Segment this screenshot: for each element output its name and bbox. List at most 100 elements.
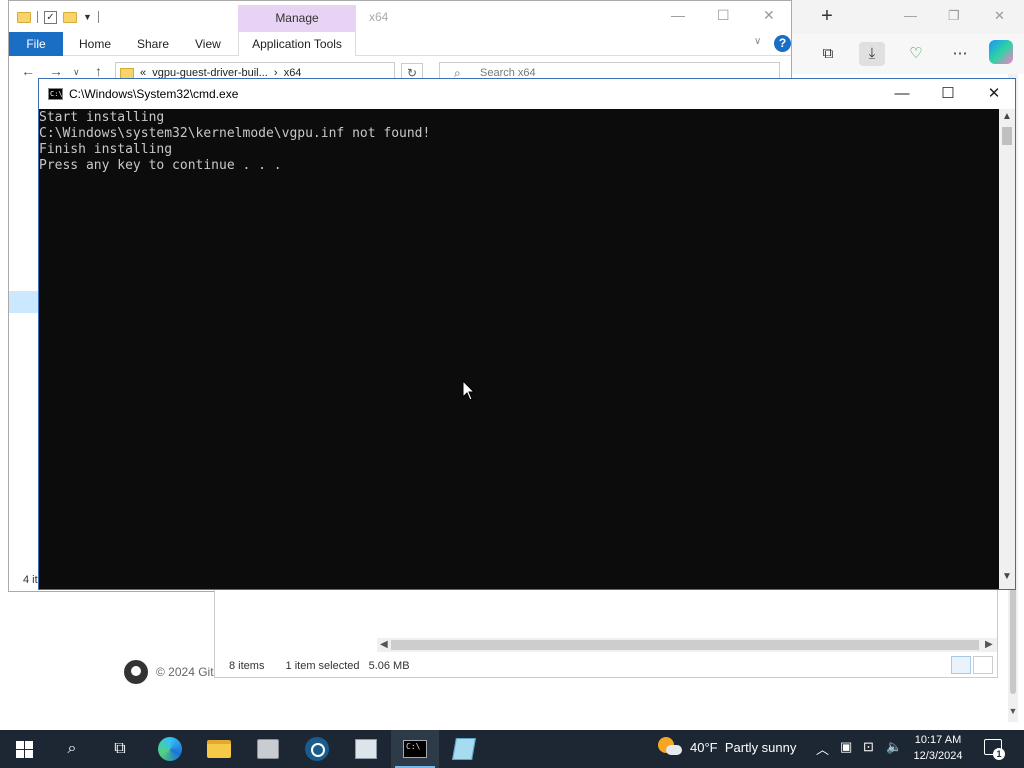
scrollbar-thumb[interactable]: [1002, 127, 1012, 145]
steam-icon: [305, 737, 329, 761]
taskbar-cmd[interactable]: C:\: [391, 730, 439, 768]
file-explorer-icon: [207, 740, 231, 758]
large-icons-view-icon[interactable]: [973, 656, 993, 674]
minimize-button[interactable]: —: [671, 7, 685, 23]
console-line: Start installing: [39, 110, 165, 125]
start-button[interactable]: [0, 730, 48, 768]
weather-description: Partly sunny: [724, 740, 797, 755]
taskbar-file-explorer[interactable]: [195, 730, 243, 768]
minimize-button[interactable]: —: [879, 79, 925, 109]
task-view-icon: ⧉: [114, 740, 126, 757]
forward-arrow-icon[interactable]: →: [49, 63, 63, 79]
notification-count-badge: 1: [993, 748, 1005, 760]
edge-tab-bar: + — ❐ ✕: [792, 0, 1024, 34]
weather-temp: 40°F: [690, 740, 718, 755]
plus-icon: +: [821, 5, 833, 27]
minimize-button[interactable]: —: [904, 8, 917, 23]
maximize-button[interactable]: ☐: [717, 7, 730, 24]
system-clock[interactable]: 10:17 AM 12/3/2024: [906, 732, 970, 764]
cmd-icon: C:\: [403, 740, 427, 758]
search-button[interactable]: ⌕: [48, 730, 96, 768]
close-button[interactable]: ✕: [971, 79, 1017, 109]
more-icon[interactable]: ⋯: [947, 42, 973, 66]
collections-icon[interactable]: ⧉: [815, 42, 841, 66]
console-line: Finish installing: [39, 142, 173, 157]
scroll-down-arrow[interactable]: ▼: [1008, 706, 1018, 718]
divider: [37, 11, 38, 23]
clock-time: 10:17 AM: [914, 734, 962, 746]
tab-view[interactable]: View: [195, 32, 221, 56]
scroll-down-arrow[interactable]: ▼: [999, 571, 1015, 582]
console-line: C:\Windows\system32\kernelmode\vgpu.inf …: [39, 126, 431, 141]
taskbar-edge[interactable]: [146, 730, 194, 768]
console-output[interactable]: Start installing C:\Windows\system32\ker…: [39, 109, 999, 589]
tab-file[interactable]: File: [9, 32, 63, 56]
edge-icon: [158, 737, 182, 761]
help-icon[interactable]: ?: [774, 35, 791, 52]
browser-essentials-icon[interactable]: ♡: [903, 42, 929, 66]
taskbar-steam[interactable]: [293, 730, 341, 768]
downloads-icon[interactable]: ⤓: [859, 42, 885, 66]
edge-toolbar: ⧉ ⤓ ♡ ⋯: [792, 34, 1024, 74]
tab-home[interactable]: Home: [79, 32, 111, 56]
volume-muted-icon[interactable]: 🔈: [886, 739, 902, 755]
cmd-vertical-scrollbar[interactable]: ▲ ▼: [999, 109, 1015, 589]
divider: [97, 11, 99, 23]
up-arrow-icon[interactable]: ↑: [95, 63, 102, 79]
app-installer-icon: [257, 739, 279, 759]
status-item-count: 4 it: [23, 574, 38, 586]
photos-icon: [355, 739, 377, 759]
ribbon-tabs: File Home Share View Application Tools ∨…: [9, 32, 791, 56]
scroll-up-arrow[interactable]: ▲: [999, 111, 1015, 122]
notepad-icon: [452, 738, 476, 760]
back-arrow-icon[interactable]: ←: [21, 63, 35, 79]
scroll-right-arrow[interactable]: ▶: [985, 638, 993, 652]
search-icon: ⌕: [67, 740, 77, 757]
properties-icon[interactable]: ✓: [44, 10, 57, 24]
status-item-count: 8 items: [229, 660, 265, 672]
tab-application-tools[interactable]: Application Tools: [238, 32, 356, 56]
weather-widget[interactable]: 40°F Partly sunny: [690, 740, 796, 755]
recent-locations-icon[interactable]: ∨: [73, 67, 80, 78]
expand-ribbon-icon[interactable]: ∨: [754, 36, 761, 47]
clock-date: 12/3/2024: [913, 750, 963, 762]
windows-logo-icon: [15, 740, 33, 758]
show-hidden-icons-icon[interactable]: ︿: [816, 739, 829, 758]
status-bar: 8 items 1 item selected 5.06 MB: [229, 660, 428, 672]
close-button[interactable]: ✕: [763, 7, 775, 24]
network-icon[interactable]: ⊡: [863, 739, 874, 755]
console-line: Press any key to continue . . .: [39, 158, 282, 173]
manage-context-tab[interactable]: Manage: [238, 5, 356, 32]
file-explorer-pane: ◀ ▶ 8 items 1 item selected 5.06 MB: [214, 590, 998, 678]
view-switcher: [951, 656, 993, 674]
status-size: 5.06 MB: [368, 660, 410, 672]
horizontal-scrollbar[interactable]: ◀ ▶: [377, 638, 997, 652]
cmd-title-bar[interactable]: C:\ C:\Windows\System32\cmd.exe — ☐ ✕: [39, 79, 1015, 109]
restore-button[interactable]: ❐: [948, 8, 960, 24]
status-selection: 1 item selected: [285, 660, 360, 672]
tab-share[interactable]: Share: [137, 32, 169, 56]
folder-icon: [17, 11, 31, 23]
footer-copyright: © 2024 Git: [156, 665, 214, 679]
copilot-icon[interactable]: [989, 40, 1013, 64]
meet-now-icon[interactable]: ▣: [840, 739, 852, 755]
cmd-window[interactable]: C:\ C:\Windows\System32\cmd.exe — ☐ ✕ St…: [38, 78, 1016, 590]
scroll-left-arrow[interactable]: ◀: [380, 638, 388, 652]
maximize-button[interactable]: ☐: [925, 79, 971, 109]
details-view-icon[interactable]: [951, 656, 971, 674]
taskbar-photos[interactable]: [342, 730, 390, 768]
cmd-app-icon: C:\: [48, 88, 63, 100]
taskbar-app-installer[interactable]: [244, 730, 292, 768]
task-view-button[interactable]: ⧉: [96, 730, 144, 768]
customize-toolbar-icon[interactable]: ▼: [83, 12, 92, 22]
close-button[interactable]: ✕: [994, 8, 1005, 24]
new-folder-icon[interactable]: [63, 11, 77, 23]
scrollbar-thumb[interactable]: [391, 640, 979, 650]
quick-access-toolbar: ✓ ▼: [17, 9, 99, 25]
new-tab-button[interactable]: +: [816, 6, 838, 28]
taskbar-notepad[interactable]: [440, 730, 488, 768]
nav-pane-selected-item[interactable]: [9, 291, 39, 313]
cmd-window-title: C:\Windows\System32\cmd.exe: [69, 87, 239, 101]
github-logo-icon: [124, 660, 148, 684]
weather-partly-sunny-icon[interactable]: [658, 737, 682, 757]
